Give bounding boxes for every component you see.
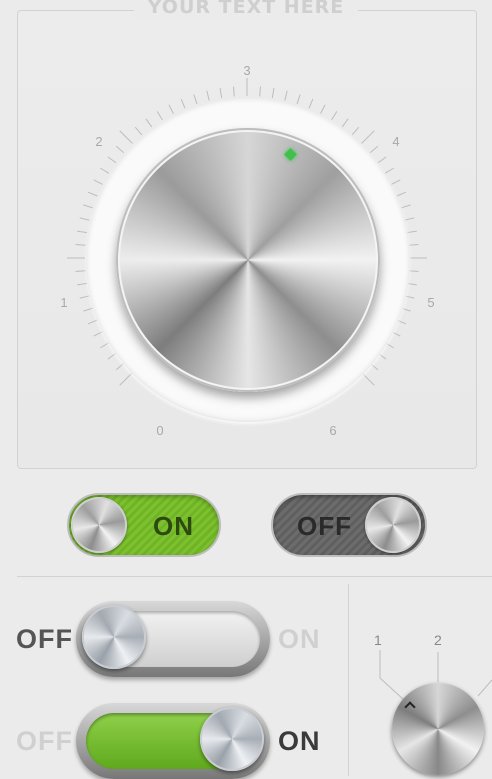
mini-dial-label-2: 2 xyxy=(434,632,442,648)
mini-dial-scale xyxy=(379,650,492,701)
mini-knob[interactable] xyxy=(392,683,484,775)
mini-dial-label-1: 1 xyxy=(374,632,382,648)
